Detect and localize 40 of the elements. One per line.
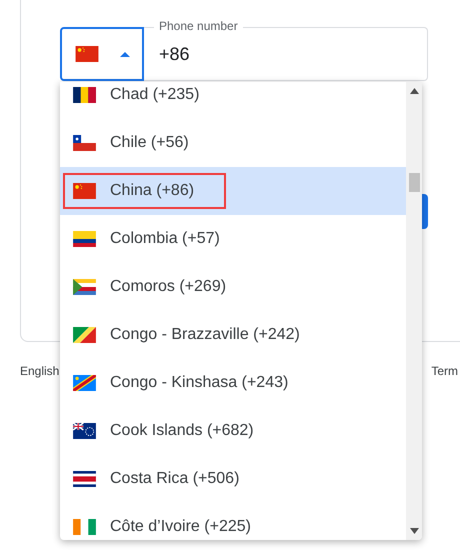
- country-name: Congo - Kinshasa (+243): [110, 374, 288, 392]
- flag-icon: [73, 423, 96, 439]
- country-name: Côte d’Ivoire (+225): [110, 518, 251, 536]
- country-picker[interactable]: [60, 27, 144, 81]
- country-option[interactable]: Costa Rica (+506): [60, 455, 406, 503]
- country-option[interactable]: Congo - Kinshasa (+243): [60, 359, 406, 407]
- country-option[interactable]: Colombia (+57): [60, 215, 406, 263]
- country-name: China (+86): [110, 182, 194, 200]
- language-selector[interactable]: English: [20, 364, 60, 378]
- country-name: Congo - Brazzaville (+242): [110, 326, 300, 344]
- flag-icon: [73, 135, 96, 151]
- country-option[interactable]: Cook Islands (+682): [60, 407, 406, 455]
- country-name: Costa Rica (+506): [110, 470, 240, 488]
- flag-icon: [73, 231, 96, 247]
- flag-icon: [73, 279, 96, 295]
- country-name: Colombia (+57): [110, 230, 220, 248]
- scroll-up-icon[interactable]: [410, 88, 418, 94]
- country-option[interactable]: China (+86): [60, 167, 406, 215]
- country-name: Chile (+56): [110, 134, 189, 152]
- country-option[interactable]: Comoros (+269): [60, 263, 406, 311]
- country-name: Cook Islands (+682): [110, 422, 254, 440]
- flag-icon: [75, 46, 99, 62]
- flag-icon: [73, 327, 96, 343]
- flag-icon: [73, 183, 96, 199]
- scroll-thumb[interactable]: [408, 173, 420, 192]
- flag-icon: [73, 471, 96, 487]
- flag-icon: [73, 519, 96, 535]
- scrollbar[interactable]: [406, 82, 422, 540]
- country-option[interactable]: Chile (+56): [60, 119, 406, 167]
- caret-icon: [120, 52, 130, 56]
- country-option[interactable]: Congo - Brazzaville (+242): [60, 311, 406, 359]
- country-option[interactable]: Chad (+235): [60, 82, 406, 119]
- country-name: Chad (+235): [110, 86, 200, 104]
- terms-link[interactable]: Term: [431, 364, 458, 378]
- field-value: +86: [159, 44, 190, 64]
- country-name: Comoros (+269): [110, 278, 226, 296]
- flag-icon: [73, 375, 96, 391]
- scroll-down-icon[interactable]: [410, 528, 418, 534]
- flag-icon: [73, 87, 96, 103]
- country-option[interactable]: Côte d’Ivoire (+225): [60, 503, 406, 540]
